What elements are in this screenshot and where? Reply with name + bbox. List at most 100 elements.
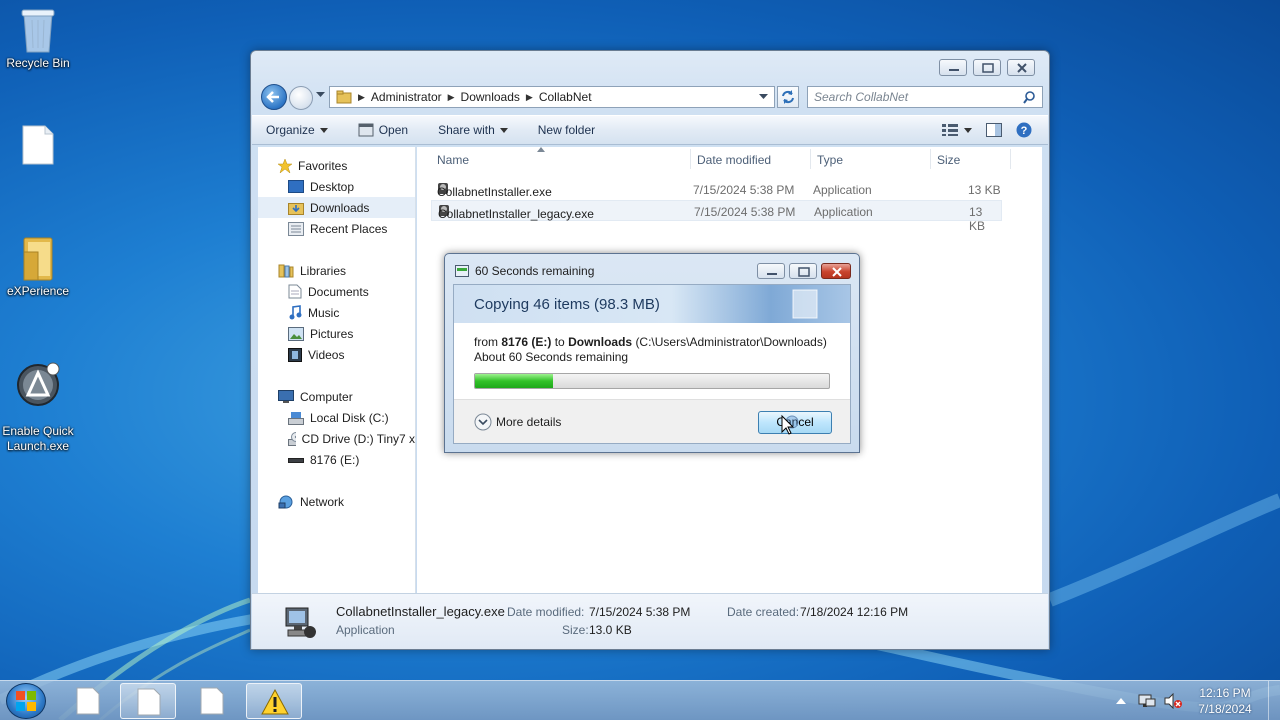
breadcrumb-collabnet[interactable]: CollabNet xyxy=(539,90,592,104)
desktop-icon-experience[interactable]: eXPerience xyxy=(0,234,76,298)
help-icon[interactable]: ? xyxy=(1016,122,1032,138)
file-name-cell: CollabnetInstaller_legacy.exe xyxy=(438,203,594,221)
clock[interactable]: 12:16 PM 7/18/2024 xyxy=(1190,685,1260,717)
minimize-icon xyxy=(767,273,777,275)
back-button[interactable] xyxy=(261,84,287,110)
tree-item-recent-places[interactable]: Recent Places xyxy=(258,218,415,239)
tree-item-music[interactable]: Music xyxy=(258,302,415,323)
show-desktop-button[interactable] xyxy=(1268,681,1280,720)
dialog-title-bar: 60 Seconds remaining xyxy=(455,264,594,278)
preview-pane-icon[interactable] xyxy=(986,123,1002,137)
column-size[interactable]: Size xyxy=(937,153,960,167)
destination-link[interactable]: Downloads xyxy=(568,335,632,349)
tree-item-documents[interactable]: Documents xyxy=(258,281,415,302)
tree-item-local-disk[interactable]: Local Disk (C:) xyxy=(258,407,415,428)
more-details-label: More details xyxy=(496,415,562,429)
source-link[interactable]: 8176 (E:) xyxy=(501,335,551,349)
tree-label: Libraries xyxy=(300,263,347,278)
network-tray-icon[interactable] xyxy=(1138,693,1156,709)
search-icon xyxy=(1023,91,1035,104)
tree-item-computer[interactable]: Computer xyxy=(258,386,415,407)
tree-label: Network xyxy=(300,494,345,509)
dialog-maximize-button[interactable] xyxy=(789,263,817,279)
time-remaining: About 60 Seconds remaining xyxy=(474,350,629,364)
network-icon xyxy=(278,495,293,508)
new-folder-label: New folder xyxy=(537,123,596,137)
new-folder-button[interactable]: New folder xyxy=(538,123,595,137)
windows-logo-icon xyxy=(16,691,36,711)
tree-label: Computer xyxy=(300,389,353,404)
from-word: from xyxy=(474,335,498,349)
close-button[interactable] xyxy=(1007,59,1035,76)
file-name: CollabnetInstaller_legacy.exe xyxy=(438,207,594,221)
file-row[interactable]: CollabnetInstaller_legacy.exe 7/15/2024 … xyxy=(431,200,1002,233)
sort-ascending-icon xyxy=(537,147,545,152)
column-type[interactable]: Type xyxy=(817,153,843,167)
tree-item-pictures[interactable]: Pictures xyxy=(258,323,415,344)
progress-fill xyxy=(475,374,553,388)
tree-label: Documents xyxy=(308,284,369,299)
address-bar[interactable]: ▶ Administrator ▶ Downloads ▶ CollabNet xyxy=(329,86,775,108)
column-name[interactable]: Name xyxy=(437,153,469,167)
search-input[interactable]: Search CollabNet xyxy=(807,86,1043,108)
cd-drive-icon xyxy=(288,431,296,446)
desktop-icon-blank-file[interactable] xyxy=(0,124,76,168)
more-details-toggle[interactable]: More details xyxy=(474,413,561,431)
share-with-menu[interactable]: Share with xyxy=(438,123,508,137)
tree-item-downloads[interactable]: Downloads xyxy=(258,197,415,218)
minimize-button[interactable] xyxy=(939,59,967,76)
details-created-label: Date created: xyxy=(727,605,800,619)
details-file-name: CollabnetInstaller_legacy.exe xyxy=(336,604,505,619)
change-view-button[interactable] xyxy=(942,124,972,136)
taskbar-item-explorer[interactable] xyxy=(120,683,176,719)
tree-item-libraries[interactable]: Libraries xyxy=(258,260,415,281)
usb-drive-icon xyxy=(288,457,304,463)
star-icon xyxy=(278,158,292,173)
address-dropdown-icon[interactable] xyxy=(759,94,768,100)
refresh-button[interactable] xyxy=(777,86,799,108)
tree-item-favorites[interactable]: Favorites xyxy=(258,155,415,176)
downloads-folder-icon xyxy=(288,202,304,215)
folder-icon xyxy=(336,90,352,104)
breadcrumb-administrator[interactable]: Administrator xyxy=(371,90,442,104)
tree-item-cd-drive[interactable]: CD Drive (D:) Tiny7 x xyxy=(258,428,415,449)
chevron-down-icon xyxy=(319,127,328,133)
svg-text:?: ? xyxy=(1021,125,1028,137)
chevron-down-icon xyxy=(964,127,972,133)
start-button[interactable] xyxy=(6,683,46,719)
open-button[interactable]: Open xyxy=(358,123,408,137)
chevron-down-icon xyxy=(499,127,508,133)
file-row[interactable]: CollabnetInstaller.exe 7/15/2024 5:38 PM… xyxy=(431,179,1002,200)
breadcrumb-downloads[interactable]: Downloads xyxy=(461,90,520,104)
history-dropdown-icon[interactable] xyxy=(316,92,325,98)
dialog-header: Copying 46 items (98.3 MB) xyxy=(454,285,850,323)
taskbar-item-document-2[interactable] xyxy=(184,683,240,719)
breadcrumb-separator-icon: ▶ xyxy=(358,91,365,102)
show-hidden-icons-icon[interactable] xyxy=(1116,697,1126,705)
column-date-modified[interactable]: Date modified xyxy=(697,153,771,167)
search-placeholder: Search CollabNet xyxy=(814,90,909,104)
taskbar-item-warning[interactable] xyxy=(246,683,302,719)
taskbar-item-document[interactable] xyxy=(60,683,116,719)
details-pane: CollabnetInstaller_legacy.exe Applicatio… xyxy=(252,593,1048,649)
organize-menu[interactable]: Organize xyxy=(266,123,328,137)
details-size-value: 13.0 KB xyxy=(589,623,632,637)
dialog-close-button[interactable] xyxy=(821,263,851,279)
tree-item-desktop[interactable]: Desktop xyxy=(258,176,415,197)
volume-muted-icon[interactable] xyxy=(1164,693,1182,709)
desktop-icon-label: Recycle Bin xyxy=(6,56,70,70)
dialog-minimize-button[interactable] xyxy=(757,263,785,279)
tree-item-usb-drive[interactable]: 8176 (E:) xyxy=(258,449,415,470)
maximize-button[interactable] xyxy=(973,59,1001,76)
recent-places-icon xyxy=(288,221,304,236)
clock-date: 7/18/2024 xyxy=(1198,702,1252,716)
forward-button[interactable] xyxy=(289,86,313,110)
recycle-bin-icon xyxy=(21,9,55,53)
tree-item-videos[interactable]: Videos xyxy=(258,344,415,365)
details-modified-label: Date modified: xyxy=(507,605,585,619)
desktop-icon-recycle-bin[interactable]: Recycle Bin xyxy=(0,6,76,70)
warning-icon xyxy=(261,689,289,715)
desktop-icon-enable-quick-launch[interactable]: Enable Quick Launch.exe xyxy=(0,346,76,454)
view-details-icon xyxy=(942,124,958,136)
tree-item-network[interactable]: Network xyxy=(258,491,415,512)
